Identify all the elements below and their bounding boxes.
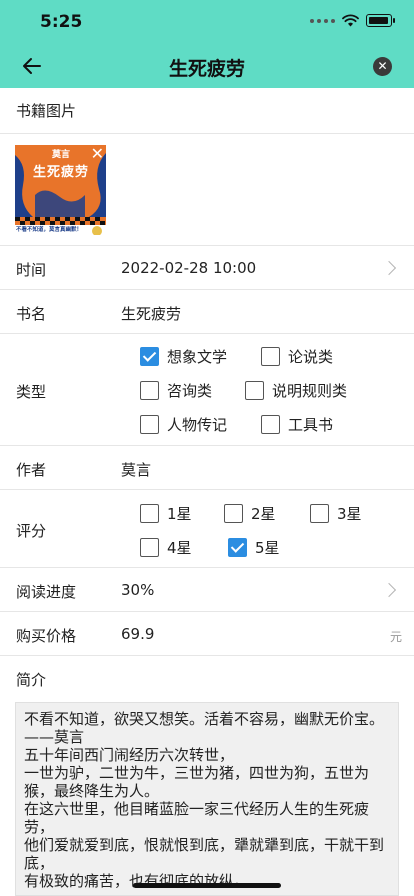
type-option-consulting[interactable]: 咨询类 [140, 380, 212, 401]
status-icons [310, 14, 395, 27]
rating-option-2[interactable]: 2星 [224, 503, 276, 524]
app-header: 5:25 生死疲劳 ✕ [0, 0, 414, 88]
progress-row[interactable]: 阅读进度 30% [0, 568, 414, 612]
type-option-imaginative[interactable]: 想象文学 [140, 346, 227, 367]
type-option-argumentative[interactable]: 论说类 [261, 346, 333, 367]
checkbox-icon [140, 415, 159, 434]
rating-option-label: 5星 [255, 539, 280, 557]
progress-value: 30% [121, 581, 155, 599]
progress-label: 阅读进度 [16, 583, 77, 601]
home-indicator [133, 883, 281, 888]
price-label: 购买价格 [16, 627, 77, 645]
intro-label-row: 简介 [0, 656, 414, 702]
type-row: 类型 想象文学 论说类 咨询类 说明规则类 人物传记 工具书 [0, 334, 414, 446]
book-name-label: 书名 [16, 305, 47, 323]
type-option-rules[interactable]: 说明规则类 [245, 380, 347, 401]
author-label: 作者 [16, 461, 47, 479]
book-name-input[interactable]: 生死疲劳 [121, 303, 181, 324]
book-cover-image[interactable]: 莫言 生死疲劳 不看不知道，莫言真幽默！ ✕ [15, 145, 106, 235]
page-title: 生死疲劳 [168, 58, 245, 80]
intro-label: 简介 [16, 671, 47, 689]
rating-option-label: 4星 [167, 539, 192, 557]
close-icon[interactable]: ✕ [373, 57, 392, 76]
battery-icon [366, 14, 395, 27]
cover-author-text: 莫言 [52, 150, 71, 160]
chevron-right-icon [381, 582, 397, 598]
author-input[interactable]: 莫言 [121, 459, 151, 480]
type-option-label: 想象文学 [167, 348, 228, 366]
time-row[interactable]: 时间 2022-02-28 10:00 [0, 246, 414, 290]
rating-option-label: 2星 [251, 505, 276, 523]
type-option-reference[interactable]: 工具书 [261, 414, 333, 435]
checkbox-icon [140, 381, 159, 400]
type-option-label: 工具书 [288, 416, 334, 434]
chevron-right-icon [381, 260, 397, 276]
rating-option-3[interactable]: 3星 [310, 503, 362, 524]
time-label: 时间 [16, 261, 47, 279]
type-option-label: 人物传记 [167, 416, 228, 434]
remove-image-icon[interactable]: ✕ [91, 146, 104, 162]
checkbox-icon [140, 538, 159, 557]
rating-option-1[interactable]: 1星 [140, 503, 192, 524]
checkbox-checked-icon [140, 347, 159, 366]
checkbox-icon [261, 347, 280, 366]
price-row: 购买价格 69.9 元 [0, 612, 414, 656]
checkbox-icon [245, 381, 264, 400]
rating-option-4[interactable]: 4星 [140, 537, 192, 558]
price-input[interactable]: 69.9 [121, 625, 154, 643]
wifi-icon [342, 14, 359, 27]
rating-option-label: 1星 [167, 505, 192, 523]
time-value: 2022-02-28 10:00 [121, 259, 257, 277]
rating-option-label: 3星 [337, 505, 362, 523]
checkbox-icon [140, 504, 159, 523]
checkbox-icon [224, 504, 243, 523]
type-option-label: 咨询类 [167, 382, 213, 400]
status-time: 5:25 [40, 12, 83, 32]
cover-tagline-text: 不看不知道，莫言真幽默！ [16, 227, 83, 233]
book-image-label: 书籍图片 [16, 102, 77, 120]
book-name-row: 书名 生死疲劳 [0, 290, 414, 334]
rating-label: 评分 [16, 522, 47, 540]
type-option-label: 说明规则类 [272, 382, 348, 400]
rating-row: 评分 1星 2星 3星 4星 5星 [0, 490, 414, 568]
checkbox-icon [310, 504, 329, 523]
checkbox-checked-icon [228, 538, 247, 557]
type-label: 类型 [16, 383, 47, 401]
type-option-biography[interactable]: 人物传记 [140, 414, 227, 435]
book-image-label-row: 书籍图片 [0, 88, 414, 134]
author-row: 作者 莫言 [0, 446, 414, 490]
type-option-label: 论说类 [288, 348, 334, 366]
checkbox-icon [261, 415, 280, 434]
signal-icon [310, 18, 335, 23]
rating-option-5[interactable]: 5星 [228, 537, 280, 558]
cover-title-text: 生死疲劳 [33, 165, 90, 180]
price-unit: 元 [389, 630, 402, 644]
intro-textarea[interactable]: 不看不知道，欲哭又想笑。活着不容易，幽默无价宝。 ——莫言 五十年间西门闹经历六… [15, 702, 399, 896]
